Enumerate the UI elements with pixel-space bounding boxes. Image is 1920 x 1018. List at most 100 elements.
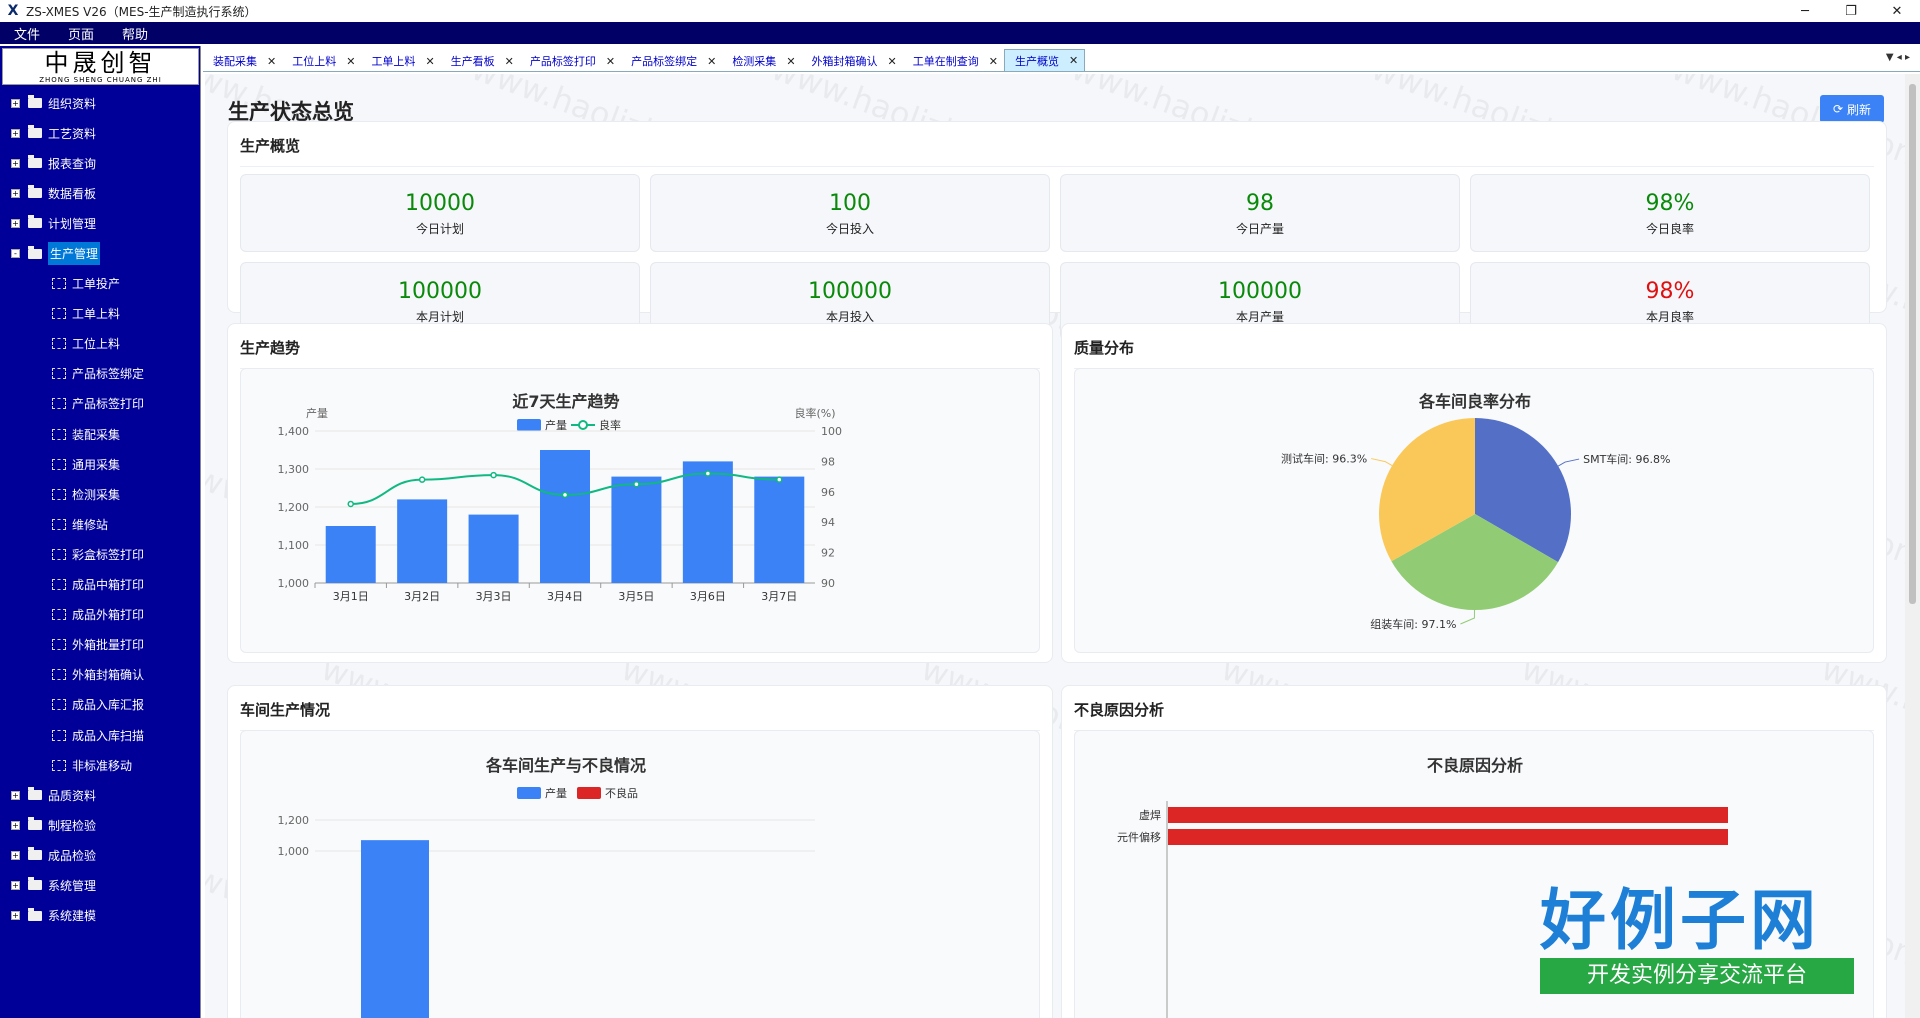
y2-tick-label: 94 — [821, 516, 835, 529]
tree-item[interactable]: + 制程检验 — [0, 810, 200, 840]
bar — [682, 461, 733, 583]
bar — [468, 514, 519, 583]
tree-item[interactable]: + 系统管理 — [0, 870, 200, 900]
vertical-scrollbar[interactable] — [1905, 74, 1920, 1018]
tree-item[interactable]: + 品质资料 — [0, 780, 200, 810]
tree-item[interactable]: 成品外箱打印 — [0, 600, 200, 630]
tab[interactable]: 产品标签绑定 ✕ — [621, 51, 722, 71]
tab-label: 产品标签绑定 — [631, 55, 698, 68]
tree-item[interactable]: + 数据看板 — [0, 178, 200, 208]
tab-close-icon[interactable]: ✕ — [346, 55, 355, 68]
tab[interactable]: 生产概览 ✕ — [1003, 49, 1086, 71]
tab[interactable]: 外箱封箱确认 ✕ — [802, 51, 903, 71]
refresh-button[interactable]: ⟳ 刷新 — [1820, 95, 1884, 123]
yield-point — [418, 476, 426, 483]
expand-icon[interactable]: + — [11, 158, 20, 168]
tree-item[interactable]: 工位上料 — [0, 329, 200, 359]
tab[interactable]: 工单上料 ✕ — [361, 51, 440, 71]
tab-close-icon[interactable]: ✕ — [606, 55, 615, 68]
tree-item[interactable]: 产品标签打印 — [0, 389, 200, 419]
bar — [540, 450, 590, 583]
expand-icon[interactable]: + — [11, 850, 20, 860]
stat-box: 98% 今日良率 — [1470, 174, 1870, 252]
tab-scroll-controls[interactable]: ▼ ◂ ▸ — [1886, 52, 1910, 63]
folder-icon — [28, 95, 42, 109]
tree-item[interactable]: + 组织资料 — [0, 88, 200, 118]
menu-file[interactable]: 文件 — [0, 24, 54, 43]
menu-bar: 文件 页面 帮助 — [0, 22, 1920, 44]
tab-close-icon[interactable]: ✕ — [425, 55, 434, 68]
tab-close-icon[interactable]: ✕ — [505, 55, 514, 68]
scrollbar-thumb[interactable] — [1909, 84, 1916, 604]
tree-item[interactable]: 外箱封箱确认 — [0, 660, 200, 690]
logo-subtext: ZHONG SHENG CHUANG ZHI — [39, 75, 162, 84]
tree-item[interactable]: 成品入库扫描 — [0, 720, 200, 750]
overview-card: 生产概览 10000 今日计划 100 今日投入 98 今日产量 98% 今日良率 100000… — [227, 121, 1887, 340]
y-tick-label: 1,300 — [278, 463, 310, 476]
expand-icon[interactable]: + — [11, 98, 20, 108]
tree-item[interactable]: 检测采集 — [0, 479, 200, 509]
stat-label: 今日投入 — [825, 222, 874, 236]
folder-icon — [28, 907, 42, 921]
tree-item[interactable]: + 报表查询 — [0, 148, 200, 178]
legend-swatch-bar — [517, 787, 541, 799]
expand-icon[interactable]: + — [11, 128, 20, 138]
divider — [240, 166, 1874, 167]
y-axis-label: 产量 — [306, 406, 328, 420]
menu-help[interactable]: 帮助 — [108, 24, 162, 43]
tree-item[interactable]: 成品入库汇报 — [0, 690, 200, 720]
minimize-icon[interactable]: ─ — [1782, 0, 1828, 22]
tab-close-icon[interactable]: ✕ — [888, 55, 897, 68]
pie-label: SMT车间: 96.8% — [1583, 452, 1670, 466]
restore-icon[interactable]: ❐ — [1828, 0, 1874, 22]
x-tick-label: 3月2日 — [404, 590, 440, 603]
tree-item[interactable]: 工单上料 — [0, 299, 200, 329]
trend-chart-panel: 近7天生产趋势 产量 良率 产量 良率(%) 1,000 1,100 1,200 1,300 1,… — [240, 368, 1040, 653]
expand-icon[interactable]: + — [11, 218, 20, 228]
tree-item[interactable]: 通用采集 — [0, 449, 200, 479]
tree-item[interactable]: + 工艺资料 — [0, 118, 200, 148]
tree-item[interactable]: 装配采集 — [0, 419, 200, 449]
tab[interactable]: 装配采集 ✕ — [203, 51, 282, 71]
tab[interactable]: 产品标签打印 ✕ — [520, 51, 621, 71]
tree-item[interactable]: 工单投产 — [0, 269, 200, 299]
tree-item[interactable]: 非标准移动 — [0, 750, 200, 780]
folder-icon — [28, 215, 42, 229]
sidebar: 中晟创智 ZHONG SHENG CHUANG ZHI + 组织资料 + 工艺资料 + 报… — [0, 46, 201, 1018]
tab-close-icon[interactable]: ✕ — [267, 55, 276, 68]
tab-close-icon[interactable]: ✕ — [786, 55, 795, 68]
tab-close-icon[interactable]: ✕ — [1069, 54, 1078, 67]
expand-icon[interactable]: + — [11, 880, 20, 890]
tree-item-label: 成品入库汇报 — [72, 698, 145, 713]
refresh-label: 刷新 — [1847, 102, 1872, 117]
menu-page[interactable]: 页面 — [54, 24, 108, 43]
folder-icon — [28, 155, 42, 169]
tab-close-icon[interactable]: ✕ — [707, 55, 716, 68]
tree-item[interactable]: 成品中箱打印 — [0, 570, 200, 600]
tab[interactable]: 工单在制查询 ✕ — [903, 51, 1004, 71]
expand-icon[interactable]: + — [11, 820, 20, 830]
expand-icon[interactable]: + — [11, 790, 20, 800]
tree-item[interactable]: + 计划管理 — [0, 208, 200, 238]
expand-icon[interactable]: + — [11, 188, 20, 198]
collapse-icon[interactable]: - — [11, 249, 20, 259]
tree-item[interactable]: 产品标签绑定 — [0, 359, 200, 389]
y-tick-label: 元件偏移 — [1117, 830, 1161, 844]
title-bar: X ZS-XMES V26（MES-生产制造执行系统） ─ ❐ ✕ — [0, 0, 1920, 22]
tab[interactable]: 检测采集 ✕ — [722, 51, 801, 71]
tree-item-label: 组织资料 — [48, 96, 97, 111]
tree-item[interactable]: 彩盒标签打印 — [0, 539, 200, 569]
y2-tick-label: 90 — [821, 577, 835, 590]
tab[interactable]: 生产看板 ✕ — [441, 51, 520, 71]
tree-item[interactable]: 维修站 — [0, 509, 200, 539]
tree-item[interactable]: + 成品检验 — [0, 840, 200, 870]
yield-point — [561, 491, 569, 499]
tab-close-icon[interactable]: ✕ — [989, 55, 998, 68]
tree-item[interactable]: + 系统建模 — [0, 901, 200, 931]
close-icon[interactable]: ✕ — [1874, 0, 1920, 22]
tree-item[interactable]: 外箱批量打印 — [0, 630, 200, 660]
expand-icon[interactable]: + — [11, 911, 20, 921]
tree-item[interactable]: - 生产管理 — [0, 238, 200, 268]
bar — [1168, 807, 1728, 823]
tab[interactable]: 工位上料 ✕ — [282, 51, 361, 71]
